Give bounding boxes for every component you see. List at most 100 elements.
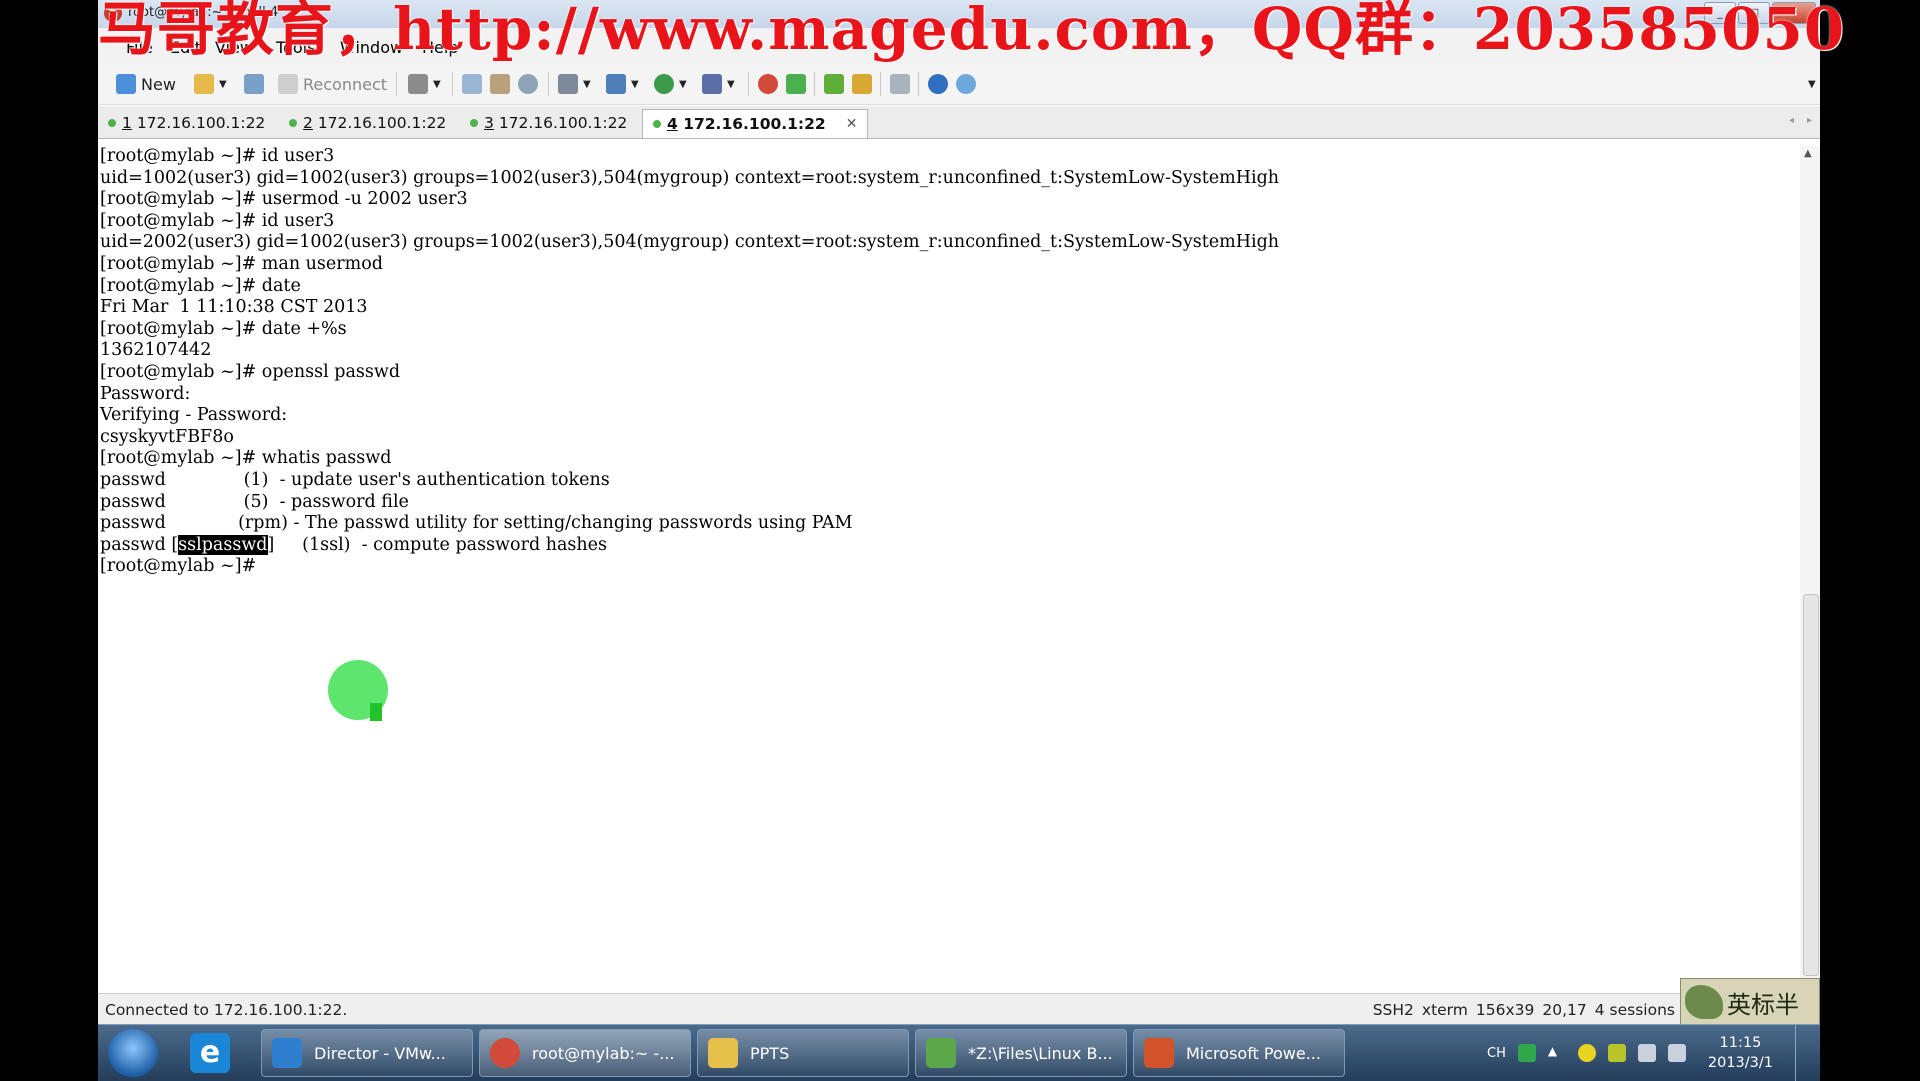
clock-time: 11:15	[1719, 1035, 1762, 1051]
transfer-button[interactable]: ▼	[606, 72, 639, 96]
sftp-button[interactable]	[758, 72, 778, 96]
find-button[interactable]	[518, 72, 538, 96]
print-button[interactable]: ▼	[558, 72, 591, 96]
network-icon[interactable]	[1637, 1044, 1656, 1062]
system-tray: CH ▲ 11:15 2013/3/1	[1487, 1025, 1810, 1081]
tab-number: 3	[484, 114, 494, 132]
menu-tools[interactable]: Tools	[276, 38, 315, 57]
taskbar-item-director[interactable]: Director - VMw...	[261, 1029, 473, 1077]
tile-button[interactable]	[824, 72, 844, 96]
scroll-up-icon[interactable]: ▲	[1804, 148, 1812, 159]
terminal-line: passwd (1) - update user's authenticatio…	[100, 470, 610, 490]
clock[interactable]: 11:15 2013/3/1	[1708, 1033, 1773, 1073]
reconnect-icon	[278, 74, 298, 94]
scrollbar-thumb[interactable]	[1803, 594, 1819, 976]
taskbar-item-label: root@mylab:~ -...	[532, 1043, 675, 1063]
tab-session-1[interactable]: 1 172.16.100.1:22	[98, 109, 275, 137]
securecrt-icon	[490, 1038, 520, 1068]
globe-icon	[654, 74, 674, 94]
status-protocol: SSH2	[1372, 1001, 1414, 1019]
open-button[interactable]: ▼	[194, 72, 227, 96]
tile-icon	[824, 74, 844, 94]
tab-number: 1	[122, 114, 132, 132]
paste-button[interactable]	[490, 72, 510, 96]
status-bar: Connected to 172.16.100.1:22. SSH2 xterm…	[98, 993, 1820, 1024]
tab-session-4[interactable]: 4 172.16.100.1:22 ✕	[642, 109, 869, 138]
security-icon[interactable]	[1577, 1044, 1596, 1062]
terminal-line: Password:	[100, 383, 191, 404]
sogou-ime-icon[interactable]	[1517, 1044, 1536, 1062]
tab-close-icon[interactable]: ✕	[846, 116, 858, 132]
volume-icon[interactable]	[1667, 1044, 1686, 1062]
close-button[interactable]: ✕	[1772, 2, 1816, 24]
show-desktop-button[interactable]	[1795, 1025, 1810, 1081]
taskbar-item-label: PPTS	[750, 1043, 790, 1063]
taskbar-item-ppts[interactable]: PPTS	[697, 1029, 909, 1077]
chat-icon	[956, 74, 976, 94]
menu-view[interactable]: View	[215, 38, 253, 57]
paste-icon	[490, 74, 510, 94]
connected-status-icon	[289, 119, 297, 127]
keyboard-button[interactable]	[890, 72, 910, 96]
terminal-output[interactable]: [root@mylab ~]# id user3 uid=1002(user3)…	[98, 146, 1798, 991]
terminal-line: passwd (rpm) - The passwd utility for se…	[100, 513, 853, 534]
check-button[interactable]	[786, 72, 806, 96]
new-label: New	[141, 74, 176, 94]
tab-scroll-left-icon[interactable]: ◂	[1789, 115, 1794, 126]
tray-expand-icon[interactable]: ▲	[1548, 1044, 1566, 1062]
taskbar-item-editor[interactable]: *Z:\Files\Linux B...	[915, 1029, 1127, 1077]
globe-button[interactable]: ▼	[654, 72, 687, 96]
start-button[interactable]	[108, 1029, 158, 1077]
internet-explorer-icon[interactable]: e	[190, 1033, 230, 1073]
help-button[interactable]	[928, 72, 948, 96]
terminal-line: csyskyvtFBF8o	[100, 426, 234, 447]
menu-help[interactable]: Help	[422, 38, 458, 57]
maximize-button[interactable]: □	[1738, 2, 1770, 24]
taskbar-item-label: Microsoft Powe...	[1186, 1043, 1321, 1063]
selected-text[interactable]: sslpasswd	[178, 534, 268, 555]
taskbar-item-securecrt[interactable]: root@mylab:~ -...	[479, 1029, 691, 1077]
menu-bar: File Edit View Tools Window Help	[98, 28, 1820, 64]
title-bar[interactable]: S root@mylab:~ - shell 4 _ □ ✕	[98, 0, 1820, 28]
tab-scroll-right-icon[interactable]: ▸	[1807, 115, 1812, 126]
open-folder-icon	[194, 74, 214, 94]
keymap-button[interactable]: ▼	[702, 72, 735, 96]
connect-link-button[interactable]	[244, 72, 264, 96]
toolbar-overflow-icon[interactable]: ▼	[1808, 72, 1816, 96]
chevron-down-icon: ▼	[727, 78, 735, 90]
terminal-line: [root@mylab ~]# date	[100, 275, 301, 296]
menu-file[interactable]: File	[126, 38, 153, 57]
check-icon	[786, 74, 806, 94]
tab-session-3[interactable]: 3 172.16.100.1:22	[460, 109, 637, 137]
status-terminal-type: xterm	[1421, 1001, 1468, 1019]
update-icon[interactable]	[1607, 1044, 1626, 1062]
tab-number: 4	[667, 115, 678, 133]
taskbar-item-label: *Z:\Files\Linux B...	[968, 1043, 1113, 1063]
taskbar-item-powerpoint[interactable]: Microsoft Powe...	[1133, 1029, 1345, 1077]
reconnect-button[interactable]: Reconnect	[278, 72, 387, 96]
terminal-prompt: [root@mylab ~]#	[100, 556, 262, 577]
terminal-line: [root@mylab ~]# whatis passwd	[100, 448, 392, 469]
stamp-text: 英标半	[1727, 991, 1799, 1019]
properties-button[interactable]: ▼	[408, 72, 441, 96]
print-icon	[558, 74, 578, 94]
connected-status-icon	[653, 120, 661, 128]
terminal-line: passwd (5) - password file	[100, 491, 409, 512]
chevron-down-icon: ▼	[679, 78, 687, 90]
reconnect-label: Reconnect	[303, 74, 388, 94]
menu-edit[interactable]: Edit	[170, 38, 201, 57]
minimize-button[interactable]: _	[1704, 2, 1736, 24]
terminal-line: Verifying - Password:	[100, 405, 288, 426]
menu-window[interactable]: Window	[340, 38, 403, 57]
chat-button[interactable]	[956, 72, 976, 96]
terminal-line: [root@mylab ~]# man usermod	[100, 254, 383, 274]
language-indicator[interactable]: CH	[1487, 1046, 1506, 1061]
new-button[interactable]: New	[116, 72, 176, 96]
lock-button[interactable]	[852, 72, 872, 96]
copy-button[interactable]	[462, 72, 482, 96]
folder-icon	[708, 1038, 738, 1068]
window-title: root@mylab:~ - shell 4	[128, 5, 279, 20]
session-tab-bar: 1 172.16.100.1:22 2 172.16.100.1:22 3 17…	[98, 106, 1820, 139]
vertical-scrollbar[interactable]: ▲ ▼	[1800, 146, 1820, 991]
tab-session-2[interactable]: 2 172.16.100.1:22	[279, 109, 456, 137]
